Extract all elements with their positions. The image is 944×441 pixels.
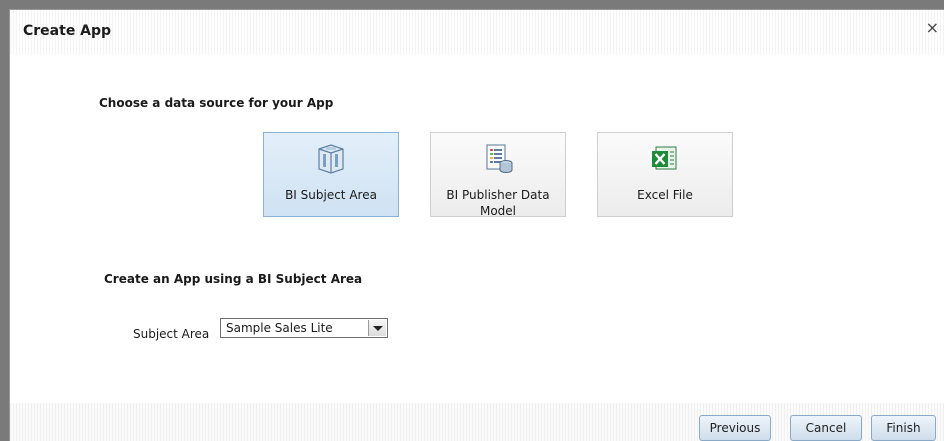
cancel-button[interactable]: Cancel	[790, 415, 862, 441]
data-model-icon	[486, 144, 513, 173]
close-icon[interactable]: ×	[926, 20, 939, 36]
tile-excel-file[interactable]: Excel File	[597, 132, 733, 217]
tile-label: BI Subject Area	[285, 188, 377, 202]
tile-label: BI Publisher Data Model	[446, 188, 550, 218]
tile-label: Excel File	[637, 188, 693, 202]
chevron-down-icon[interactable]	[368, 320, 386, 336]
subject-area-heading: Create an App using a BI Subject Area	[104, 272, 363, 286]
dialog-title: Create App	[23, 23, 112, 39]
data-source-heading: Choose a data source for your App	[99, 96, 334, 110]
subject-area-value: Sample Sales Lite	[226, 321, 333, 335]
create-app-dialog: Create App × Choose a data source for yo…	[9, 9, 944, 441]
finish-button[interactable]: Finish	[871, 415, 936, 441]
dialog-title-bar: Create App ×	[10, 10, 944, 54]
subject-area-icon	[318, 144, 344, 174]
previous-button[interactable]: Previous	[699, 415, 771, 441]
subject-area-label: Subject Area	[133, 327, 210, 341]
tile-bi-publisher-data-model[interactable]: BI Publisher Data Model	[430, 132, 566, 218]
subject-area-select[interactable]: Sample Sales Lite	[220, 318, 388, 338]
tile-bi-subject-area[interactable]: BI Subject Area	[263, 132, 399, 217]
excel-icon	[652, 146, 677, 170]
